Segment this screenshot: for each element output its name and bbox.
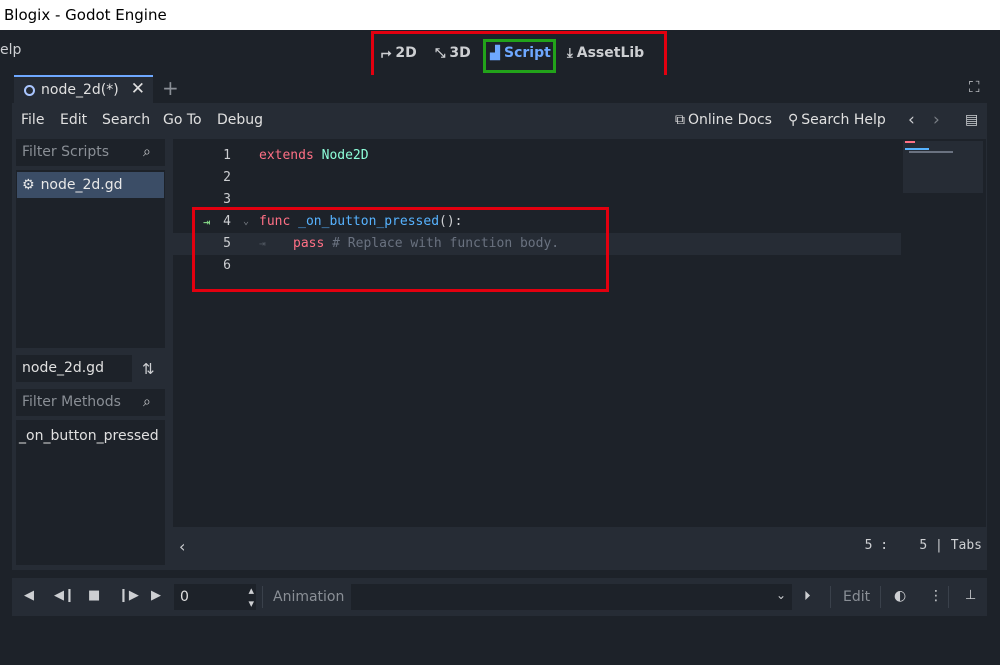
code-line-1: 1 extends Node2D: [173, 145, 901, 167]
search-help-label: Search Help: [801, 112, 886, 128]
highlight-box-function: [192, 207, 609, 292]
animation-select[interactable]: ⌄: [351, 584, 792, 610]
animation-track-area: [12, 616, 987, 665]
editor-status-bar: ‹ 5 : 5 | Tabs: [173, 527, 986, 565]
code-editor[interactable]: 1 extends Node2D 2 3 ⇥ 4 ⌄ func _on_butt…: [173, 139, 986, 527]
stop-icon[interactable]: ■: [88, 588, 100, 603]
doc-search-icon: ⚲: [788, 112, 799, 128]
search-help-button[interactable]: ⚲ Search Help: [788, 112, 886, 128]
onion-skin-icon[interactable]: ◐: [894, 588, 906, 604]
animation-time-input[interactable]: 0 ▴ ▾: [174, 584, 256, 610]
menu-search[interactable]: Search: [102, 112, 150, 128]
play-backwards-icon[interactable]: ◀❙: [54, 588, 75, 603]
tab-label: node_2d(*): [41, 82, 119, 98]
close-icon[interactable]: ✕: [131, 79, 145, 99]
play-start-icon[interactable]: ▶: [151, 588, 161, 603]
menu-goto[interactable]: Go To: [163, 112, 202, 128]
script-list: ⚙ node_2d.gd: [16, 170, 165, 348]
more-options-icon[interactable]: ⋮: [929, 588, 943, 604]
menu-debug[interactable]: Debug: [217, 112, 263, 128]
window-title-bar: Blogix - Godot Engine: [0, 0, 1000, 30]
animation-toolbar: ◀ ◀❙ ■ ❙▶ ▶ 0 ▴ ▾ Animation ⌄ ⏵ Edit ◐ ⋮ …: [12, 578, 987, 616]
animation-panel: ◀ ◀❙ ■ ❙▶ ▶ 0 ▴ ▾ Animation ⌄ ⏵ Edit ◐ ⋮ …: [12, 578, 987, 665]
script-list-item[interactable]: ⚙ node_2d.gd: [17, 172, 164, 198]
search-icon: ⌕: [143, 394, 151, 410]
sort-icon[interactable]: ⇅: [142, 360, 155, 378]
line-number: 1: [223, 148, 231, 163]
script-list-item-label: node_2d.gd: [40, 177, 123, 193]
separator: [948, 586, 949, 608]
tab-node-2d[interactable]: node_2d(*) ✕: [14, 75, 153, 103]
make-floating-icon[interactable]: ▤: [965, 112, 978, 128]
pin-icon[interactable]: ⊥: [965, 588, 976, 603]
menu-edit[interactable]: Edit: [60, 112, 87, 128]
method-list: _on_button_pressed: [16, 420, 165, 565]
autoplay-icon[interactable]: ⏵: [804, 589, 811, 604]
external-link-icon: ⧉: [675, 112, 685, 128]
separator: [262, 586, 263, 608]
script-editor-panel: File Edit Search Go To Debug ⧉ Online Do…: [12, 103, 987, 570]
history-forward-icon[interactable]: ›: [933, 110, 940, 130]
separator: [880, 586, 881, 608]
search-icon: ⌕: [143, 144, 151, 160]
cursor-position: 5 : 5 | Tabs: [864, 538, 982, 553]
chevron-down-icon: ⌄: [775, 588, 786, 602]
online-docs-label: Online Docs: [688, 112, 772, 128]
window-title: Blogix - Godot Engine: [4, 6, 167, 24]
online-docs-button[interactable]: ⧉ Online Docs: [675, 112, 772, 128]
menu-file[interactable]: File: [21, 112, 44, 128]
gear-icon: ⚙: [22, 177, 35, 193]
distraction-free-icon[interactable]: ⛶: [969, 78, 980, 96]
spinner-icon[interactable]: ▴ ▾: [248, 584, 254, 610]
method-list-item[interactable]: _on_button_pressed: [19, 428, 159, 444]
node2d-icon: [24, 84, 35, 96]
left-dock-edge: [0, 75, 12, 570]
line-number: 2: [223, 170, 231, 185]
scene-tab-bar: node_2d(*) ✕ + ⛶: [12, 75, 987, 103]
current-script-name: node_2d.gd: [16, 355, 132, 382]
code-line-2: 2: [173, 167, 901, 189]
play-icon[interactable]: ❙▶: [118, 588, 139, 603]
animation-label: Animation: [273, 589, 345, 605]
history-back-icon[interactable]: ‹: [908, 110, 915, 130]
add-tab-icon[interactable]: +: [162, 76, 179, 100]
highlight-box-script: [483, 39, 556, 73]
edit-button[interactable]: Edit: [843, 589, 870, 605]
code-minimap[interactable]: [903, 141, 983, 193]
play-backwards-start-icon[interactable]: ◀: [24, 588, 34, 603]
script-menu-bar: File Edit Search Go To Debug ⧉ Online Do…: [12, 103, 987, 139]
menu-help[interactable]: elp: [0, 42, 21, 58]
separator: [830, 586, 831, 608]
toggle-scripts-panel-icon[interactable]: ‹: [179, 537, 185, 556]
